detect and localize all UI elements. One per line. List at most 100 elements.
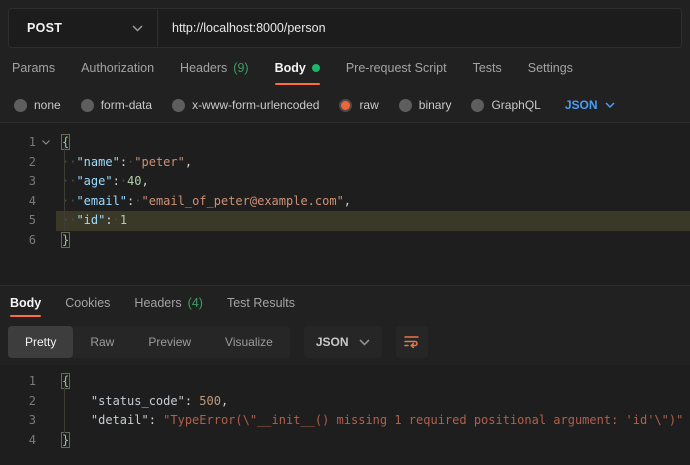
line-number: 3 — [6, 411, 36, 431]
method-dropdown[interactable]: POST — [9, 9, 158, 47]
code-line-2: 2··"name":·"peter", — [0, 153, 690, 173]
line-number: 1 — [6, 133, 36, 153]
body-type-option-x-www-form-urlencoded[interactable]: x-www-form-urlencoded — [172, 98, 319, 112]
request-tab-authorization[interactable]: Authorization — [81, 48, 154, 88]
view-pretty[interactable]: Pretty — [8, 326, 73, 358]
response-tab-cookies[interactable]: Cookies — [65, 286, 110, 319]
tab-label: Tests — [473, 61, 502, 75]
tab-label: Body — [10, 296, 41, 310]
text-wrap-icon — [403, 333, 420, 352]
request-tab-tests[interactable]: Tests — [473, 48, 502, 88]
request-tab-params[interactable]: Params — [12, 48, 55, 88]
body-present-dot-icon — [312, 64, 320, 72]
request-url-row: POST http://localhost:8000/person — [0, 0, 690, 48]
response-tab-test-results[interactable]: Test Results — [227, 286, 295, 319]
line-number: 4 — [6, 431, 36, 451]
radio-label: binary — [419, 98, 452, 112]
code-content: ··"name":·"peter", — [56, 153, 690, 173]
tab-label: Settings — [528, 61, 573, 75]
tab-label: Headers — [180, 61, 227, 75]
code-content: } — [56, 231, 690, 251]
body-type-option-form-data[interactable]: form-data — [81, 98, 152, 112]
line-number: 4 — [6, 192, 36, 212]
code-line-5: 5 ··"id":·1 — [0, 211, 690, 231]
radio-icon — [81, 99, 94, 112]
line-number: 6 — [6, 231, 36, 251]
code-line-6: 6} — [0, 231, 690, 251]
tab-label: Pre-request Script — [346, 61, 447, 75]
radio-label: none — [34, 98, 61, 112]
radio-label: x-www-form-urlencoded — [192, 98, 319, 112]
request-body-editor[interactable]: 1{2··"name":·"peter",3··"age":·40,4··"em… — [0, 122, 690, 285]
chevron-down-icon — [605, 102, 615, 108]
response-body-viewer: 1{2 "status_code": 500,3 "detail": "Type… — [0, 365, 690, 465]
body-type-selector: none form-data x-www-form-urlencoded raw bin… — [0, 88, 690, 122]
tab-count-badge: (9) — [233, 61, 248, 75]
url-input[interactable]: http://localhost:8000/person — [158, 9, 681, 47]
chevron-down-icon — [132, 25, 143, 32]
view-preview[interactable]: Preview — [131, 326, 208, 358]
response-format-label: JSON — [316, 335, 349, 349]
response-format-dropdown[interactable]: JSON — [304, 326, 382, 358]
response-view-switcher: PrettyRawPreviewVisualize — [8, 326, 290, 358]
radio-icon — [339, 99, 352, 112]
request-tab-body[interactable]: Body — [275, 48, 320, 88]
tab-label: Cookies — [65, 296, 110, 310]
code-content: ··"age":·40, — [56, 172, 690, 192]
code-line-1: 1{ — [0, 133, 690, 153]
code-content: "detail": "TypeError(\"__init__() missin… — [56, 411, 690, 431]
radio-label: raw — [359, 98, 378, 112]
body-type-option-graphql[interactable]: GraphQL — [471, 98, 540, 112]
code-content: { — [56, 372, 690, 392]
code-line-4: 4} — [0, 431, 690, 451]
tab-label: Body — [275, 61, 306, 75]
body-type-option-none[interactable]: none — [14, 98, 61, 112]
code-line-3: 3 "detail": "TypeError(\"__init__() miss… — [0, 411, 690, 431]
tab-label: Authorization — [81, 61, 154, 75]
line-number: 3 — [6, 172, 36, 192]
bracket-guide-line — [64, 148, 65, 231]
radio-icon — [399, 99, 412, 112]
code-content: ··"email":·"email_of_peter@example.com", — [56, 192, 690, 212]
radio-label: form-data — [101, 98, 152, 112]
chevron-down-icon — [359, 339, 370, 346]
method-label: POST — [27, 21, 62, 35]
request-tabs: Params Authorization Headers (9) Body Pre-req… — [0, 48, 690, 88]
code-line-2: 2 "status_code": 500, — [0, 392, 690, 412]
code-content: "status_code": 500, — [56, 392, 690, 412]
tab-label: Params — [12, 61, 55, 75]
radio-icon — [471, 99, 484, 112]
line-number: 2 — [6, 392, 36, 412]
postman-app: POST http://localhost:8000/person Params… — [0, 0, 690, 465]
code-content: } — [56, 431, 690, 451]
tab-count-badge: (4) — [188, 296, 203, 310]
code-content: { — [56, 133, 690, 153]
request-url-bar: POST http://localhost:8000/person — [8, 8, 682, 48]
body-type-option-binary[interactable]: binary — [399, 98, 452, 112]
response-tabs: Body Cookies Headers(4) Test Results — [0, 285, 690, 319]
code-line-3: 3 ··"age":·40, — [0, 172, 690, 192]
tab-label: Test Results — [227, 296, 295, 310]
body-type-option-raw[interactable]: raw — [339, 98, 378, 112]
radio-icon — [172, 99, 185, 112]
bracket-guide-line — [64, 387, 65, 433]
code-line-1: 1{ — [0, 372, 690, 392]
radio-label: GraphQL — [491, 98, 540, 112]
raw-language-dropdown[interactable]: JSON — [565, 98, 615, 112]
line-number: 1 — [6, 372, 36, 392]
response-tab-headers[interactable]: Headers(4) — [134, 286, 203, 319]
radio-icon — [14, 99, 27, 112]
raw-language-label: JSON — [565, 98, 598, 112]
fold-chevron-down-icon[interactable] — [36, 140, 56, 145]
request-tab-headers[interactable]: Headers (9) — [180, 48, 249, 88]
wrap-text-button[interactable] — [396, 326, 428, 358]
line-number: 5 — [6, 211, 36, 231]
response-tab-body[interactable]: Body — [10, 286, 41, 319]
request-tab-pre-request-script[interactable]: Pre-request Script — [346, 48, 447, 88]
view-visualize[interactable]: Visualize — [208, 326, 290, 358]
request-tab-settings[interactable]: Settings — [528, 48, 573, 88]
code-line-4: 4 ··"email":·"email_of_peter@example.com"… — [0, 192, 690, 212]
code-content-highlighted: ··"id":·1 — [56, 211, 690, 231]
response-toolbar: PrettyRawPreviewVisualize JSON — [0, 319, 690, 365]
view-raw[interactable]: Raw — [73, 326, 131, 358]
